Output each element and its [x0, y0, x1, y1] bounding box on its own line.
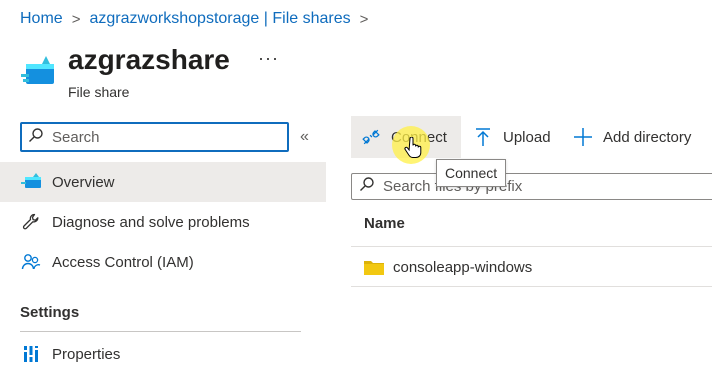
upload-button[interactable]: Upload: [463, 116, 561, 158]
sidebar-item-overview[interactable]: Overview: [0, 162, 326, 202]
connect-tooltip: Connect: [436, 159, 507, 187]
breadcrumb-separator: >: [71, 10, 81, 28]
add-directory-button[interactable]: Add directory: [563, 116, 701, 158]
plus-icon: [573, 127, 593, 147]
breadcrumb: Home > azgrazworkshopstorage | File shar…: [20, 10, 377, 28]
settings-section-title: Settings: [20, 304, 80, 321]
plug-icon: [361, 127, 381, 147]
upload-icon: [473, 127, 493, 147]
section-divider: [20, 331, 301, 332]
sidebar-item-access-control[interactable]: Access Control (IAM): [0, 242, 326, 282]
file-share-icon: [20, 171, 42, 193]
sidebar-item-properties[interactable]: Properties: [0, 334, 326, 374]
sidebar-item-label: Access Control (IAM): [52, 253, 194, 271]
sidebar-item-diagnose[interactable]: Diagnose and solve problems: [0, 202, 326, 242]
search-icon: [359, 176, 375, 197]
wrench-icon: [20, 211, 42, 233]
more-options-button[interactable]: ···: [258, 48, 279, 69]
breadcrumb-separator: >: [359, 10, 369, 28]
file-search-box[interactable]: [351, 173, 712, 200]
file-share-icon: [18, 52, 58, 92]
breadcrumb-storage-link[interactable]: azgrazworkshopstorage | File shares: [89, 10, 350, 28]
people-icon: [20, 251, 42, 273]
upload-label: Upload: [503, 128, 551, 146]
table-row-divider: [351, 286, 712, 287]
sidebar-search-input[interactable]: [50, 127, 284, 147]
sidebar-item-label: Diagnose and solve problems: [52, 213, 250, 231]
table-header-divider: [351, 246, 712, 247]
folder-icon: [364, 261, 384, 275]
collapse-sidebar-button[interactable]: «: [300, 128, 309, 146]
sidebar-item-label: Overview: [52, 173, 115, 191]
add-directory-label: Add directory: [603, 128, 692, 146]
table-row[interactable]: consoleapp-windows: [351, 248, 712, 286]
hand-cursor-icon: [404, 136, 422, 164]
file-name[interactable]: consoleapp-windows: [393, 259, 532, 276]
page-title: azgrazshare: [68, 44, 230, 75]
breadcrumb-home-link[interactable]: Home: [20, 10, 63, 28]
sidebar-item-label: Properties: [52, 345, 121, 363]
search-icon: [28, 127, 44, 148]
sidebar-search-box[interactable]: [20, 122, 289, 152]
column-header-name[interactable]: Name: [364, 215, 405, 232]
page-subtitle: File share: [68, 84, 130, 100]
file-search-input[interactable]: [381, 177, 685, 196]
properties-icon: [20, 343, 42, 365]
